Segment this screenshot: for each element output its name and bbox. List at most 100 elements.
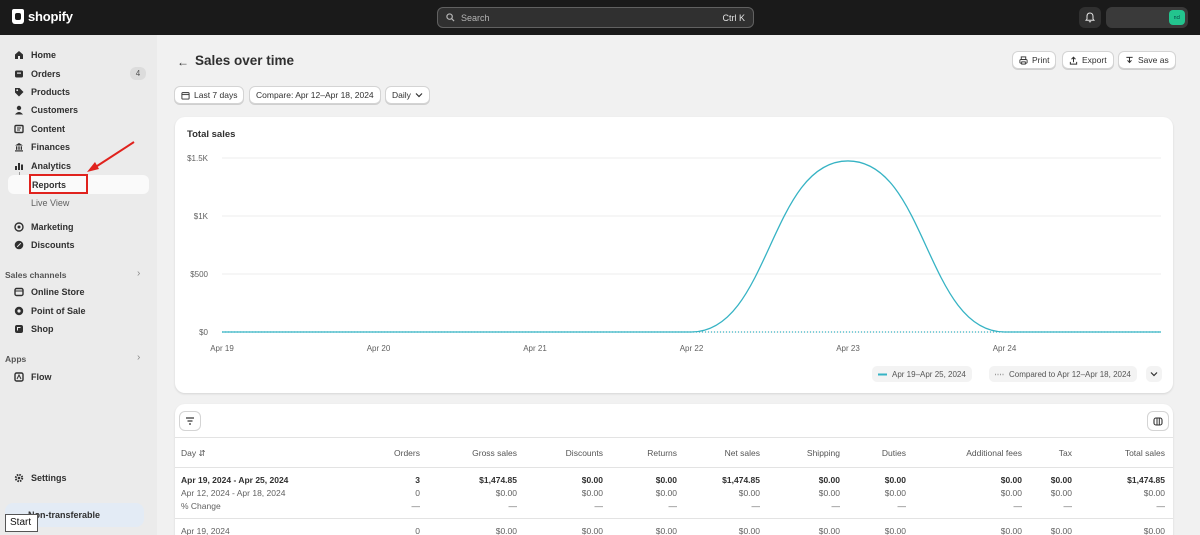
sidebar-item-point-of-sale[interactable]: Point of Sale (14, 303, 86, 319)
sidebar-item-live-view[interactable]: Live View (31, 198, 69, 208)
summary-current-row-cell: $0.00 (1000, 475, 1022, 485)
shopify-logo[interactable]: shopify (12, 9, 73, 24)
legend-comparison[interactable]: Compared to Apr 12–Apr 18, 2024 (989, 366, 1137, 382)
x-tick-label: Apr 19 (210, 344, 234, 353)
columns-button[interactable] (1147, 411, 1169, 431)
print-button[interactable]: Print (1012, 51, 1057, 69)
avatar: ncl (1169, 10, 1185, 25)
summary-current-row-cell: 3 (415, 475, 420, 485)
notifications-button[interactable] (1079, 7, 1101, 28)
sidebar-item-content[interactable]: Content (14, 121, 65, 137)
legend-toggle-button[interactable] (1146, 366, 1162, 382)
date-range-button[interactable]: Last 7 days (174, 86, 245, 104)
summary-previous-row-cell: 0 (415, 488, 420, 498)
sidebar-item-label: Settings (31, 473, 67, 483)
sidebar-item-label: Marketing (31, 222, 74, 232)
sales-line-chart: $0 $500 $1K $1.5K Apr 19 Apr 20 Apr 21 Apr 22 Ap… (187, 154, 1161, 353)
account-menu[interactable]: ncl (1106, 7, 1188, 28)
calendar-icon (181, 91, 190, 100)
summary-change-row-cell: — (1063, 501, 1073, 511)
column-header[interactable]: Gross sales (472, 448, 517, 458)
table-row-cell: $0.00 (1050, 526, 1072, 535)
column-header[interactable]: Day ⇵ (181, 448, 206, 459)
sidebar-item-settings[interactable]: Settings (14, 470, 67, 486)
summary-change-row-cell: — (668, 501, 678, 511)
sidebar-item-home[interactable]: Home (14, 47, 56, 63)
table-row-cell: $0.00 (1000, 526, 1022, 535)
summary-change-row-cell: — (411, 501, 421, 511)
column-header[interactable]: Returns (647, 448, 677, 458)
summary-previous-row-cell: $0.00 (1050, 488, 1072, 498)
table-row-cell: $0.00 (738, 526, 760, 535)
summary-change-row-cell: % Change (181, 501, 221, 511)
search-icon (446, 13, 455, 22)
column-header[interactable]: Shipping (807, 448, 840, 458)
back-arrow-icon[interactable]: ← (177, 55, 189, 69)
banner-label: Non-transferable (28, 510, 101, 520)
granularity-select[interactable]: Daily (385, 86, 430, 104)
column-header[interactable]: Additional fees (966, 448, 1022, 458)
legend-dotted-swatch (995, 373, 1004, 375)
x-tick-label: Apr 20 (367, 344, 391, 353)
annotation-arrow (87, 141, 135, 172)
sidebar-item-marketing[interactable]: Marketing (14, 219, 74, 235)
sidebar-item-shop[interactable]: Shop (14, 321, 54, 337)
export-button[interactable]: Export (1062, 51, 1114, 69)
summary-change-row-cell: — (594, 501, 604, 511)
summary-current-row-cell: $1,474.85 (479, 475, 517, 485)
target-icon (14, 222, 24, 232)
y-tick-label: $1.5K (187, 154, 209, 163)
summary-previous-row-cell: $0.00 (655, 488, 677, 498)
bank-icon (14, 142, 24, 152)
column-header[interactable]: Tax (1059, 448, 1072, 458)
export-label: Export (1082, 55, 1107, 65)
sales-channels-heading[interactable]: Sales channels (5, 270, 66, 280)
search-input[interactable]: Search Ctrl K (437, 7, 754, 28)
sidebar-item-products[interactable]: Products (14, 84, 70, 100)
summary-previous-row-cell: $0.00 (818, 488, 840, 498)
print-label: Print (1032, 55, 1050, 65)
summary-current-row-cell: $0.00 (818, 475, 840, 485)
y-tick-label: $500 (190, 270, 208, 279)
orders-count-badge: 4 (130, 67, 146, 80)
sidebar-item-label: Discounts (31, 240, 75, 250)
summary-current-row-cell: $0.00 (1050, 475, 1072, 485)
chevron-down-icon (1150, 372, 1158, 377)
compare-button[interactable]: Compare: Apr 12–Apr 18, 2024 (249, 86, 381, 104)
column-header[interactable]: Total sales (1125, 448, 1165, 458)
summary-current-row-cell: $1,474.85 (1127, 475, 1165, 485)
summary-current-row-cell: $0.00 (581, 475, 603, 485)
legend-current[interactable]: Apr 19–Apr 25, 2024 (872, 366, 972, 382)
sidebar-item-label: Products (31, 87, 71, 97)
current-series-line (221, 160, 1161, 333)
sidebar-item-customers[interactable]: Customers (14, 102, 78, 118)
discount-icon (14, 240, 24, 250)
sidebar-item-discounts[interactable]: Discounts (14, 237, 75, 253)
start-tooltip: Start (5, 514, 38, 532)
column-header[interactable]: Orders (394, 448, 420, 458)
summary-current-row-cell: Apr 19, 2024 - Apr 25, 2024 (181, 475, 289, 485)
apps-heading[interactable]: Apps (5, 354, 26, 364)
flow-icon (14, 372, 24, 382)
filter-button[interactable] (179, 411, 201, 431)
x-tick-label: Apr 23 (836, 344, 860, 353)
pos-icon (14, 306, 24, 316)
save-icon (1126, 56, 1133, 63)
column-header[interactable]: Duties (882, 448, 906, 458)
column-header[interactable]: Discounts (566, 448, 603, 458)
sidebar-item-orders[interactable]: Orders (14, 66, 61, 82)
sidebar-item-online-store[interactable]: Online Store (14, 284, 85, 300)
gear-icon (14, 473, 24, 483)
printer-icon (1019, 55, 1028, 65)
save-as-button[interactable]: Save as (1118, 51, 1176, 69)
sidebar-item-flow[interactable]: Flow (14, 369, 52, 385)
sidebar-item-finances[interactable]: Finances (14, 139, 70, 155)
export-icon (1069, 55, 1078, 65)
chevron-right-icon[interactable]: › (137, 268, 140, 279)
content-icon (14, 124, 24, 134)
chevron-right-icon[interactable]: › (137, 352, 140, 363)
store-icon (14, 287, 24, 297)
x-tick-label: Apr 22 (680, 344, 704, 353)
column-header[interactable]: Net sales (725, 448, 760, 458)
orders-icon (14, 69, 24, 79)
